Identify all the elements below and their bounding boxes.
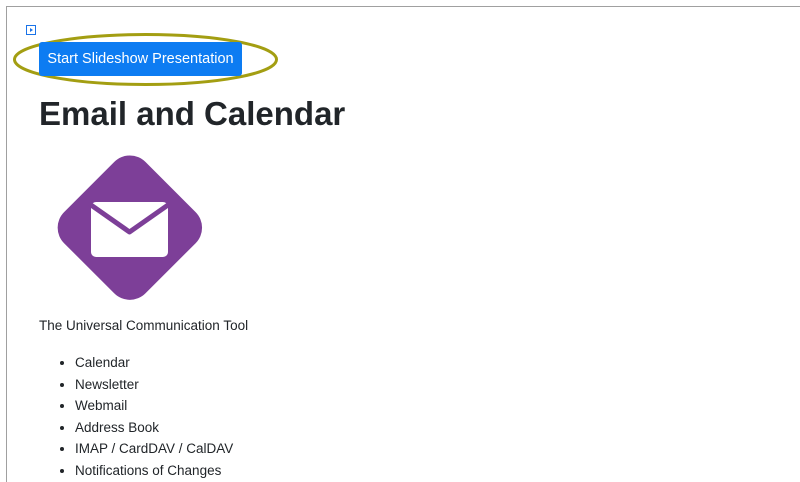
list-item: Newsletter (75, 374, 233, 396)
list-item: IMAP / CardDAV / CalDAV (75, 438, 233, 460)
frame-border-left (6, 6, 7, 482)
tagline: The Universal Communication Tool (39, 318, 249, 333)
envelope-icon (57, 155, 203, 300)
list-item: Calendar (75, 352, 233, 374)
frame-border-top (6, 6, 800, 7)
page-title: Email and Calendar (39, 95, 346, 132)
list-item: Address Book (75, 417, 233, 439)
list-item: Webmail (75, 395, 233, 417)
list-item: Notifications of Changes (75, 460, 233, 482)
start-slideshow-button[interactable]: Start Slideshow Presentation (39, 42, 242, 76)
feature-list: Calendar Newsletter Webmail Address Book… (39, 352, 233, 482)
